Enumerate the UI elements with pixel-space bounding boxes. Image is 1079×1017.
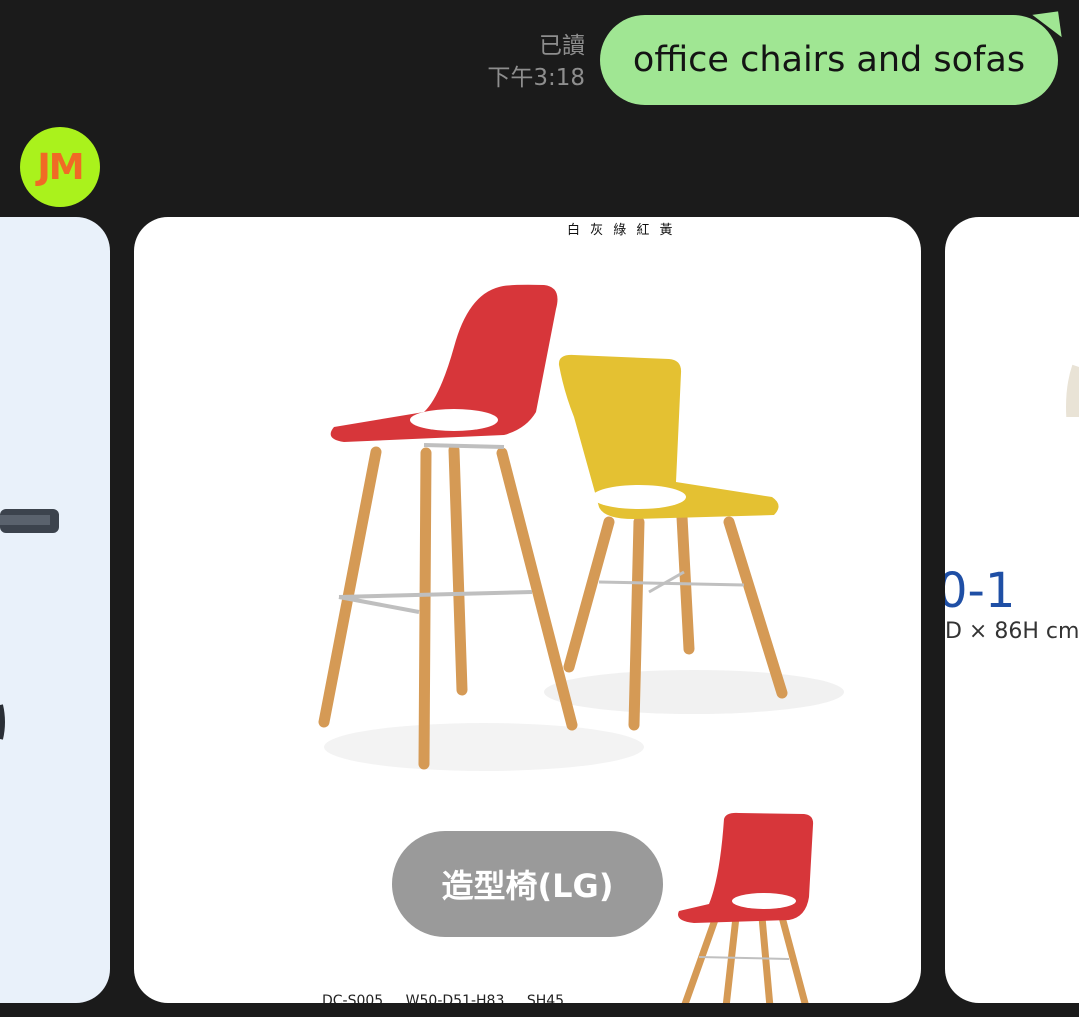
chat-view: 已讀 下午3:18 office chairs and sofas JM 白 灰… [0, 0, 1079, 1017]
message-meta: 已讀 下午3:18 [487, 30, 585, 94]
message-time: 下午3:18 [487, 65, 585, 91]
bubble-tail [1032, 11, 1062, 41]
product-label: 造型椅(LG) [441, 867, 614, 905]
product-model-fragment: 0-1 [945, 563, 1016, 619]
avatar-initials: JM [37, 146, 84, 188]
product-dimensions-fragment: D × 86H cm [945, 619, 1079, 644]
spec-seat-height: SH45 [526, 993, 565, 1003]
spec-dimensions: W50-D51-H83 [405, 993, 505, 1003]
spec-model: DC-S005 [322, 993, 384, 1003]
product-spec: DC-S005 W50-D51-H83 SH45 [322, 993, 582, 1003]
sofa-image [1066, 364, 1079, 417]
carousel-card-main[interactable]: 白 灰 綠 紅 黃 造型椅(LG) DC-S005 W50-D51-H83 SH… [134, 217, 921, 1003]
avatar[interactable]: JM [20, 127, 100, 207]
message-text: office chairs and sofas [632, 40, 1026, 80]
read-status: 已讀 [539, 33, 585, 59]
office-chair-image [0, 509, 59, 740]
outgoing-message-bubble[interactable]: office chairs and sofas [600, 11, 1062, 105]
product-label-pill[interactable]: 造型椅(LG) [392, 831, 663, 937]
carousel-card-left[interactable] [0, 217, 110, 1003]
carousel-card-right[interactable]: 0-1 D × 86H cm [945, 217, 1079, 1003]
